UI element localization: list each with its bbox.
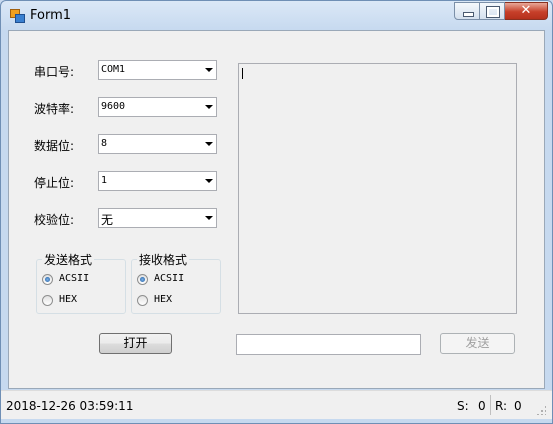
- parity-select[interactable]: 无: [98, 208, 217, 228]
- status-datetime: 2018-12-26 03:59:11: [6, 399, 134, 413]
- dropdown-arrow-icon[interactable]: [205, 68, 213, 72]
- send-format-group: 发送格式 ACSII HEX: [36, 251, 126, 314]
- databits-label: 数据位:: [34, 139, 75, 153]
- radio-selected-icon[interactable]: [42, 274, 53, 285]
- receive-ascii-label: ACSII: [154, 273, 185, 284]
- sent-count: 0: [478, 399, 486, 413]
- baud-select[interactable]: 9600: [98, 97, 217, 117]
- open-button[interactable]: 打开: [99, 333, 172, 354]
- port-value: COM1: [101, 64, 126, 75]
- app-icon[interactable]: [10, 9, 25, 23]
- caption-buttons: ✕: [454, 2, 548, 20]
- send-hex-label: HEX: [59, 294, 78, 305]
- maximize-button[interactable]: [480, 2, 505, 20]
- form-client-area: 串口号: COM1 波特率: 9600 数据位: 8 停止位: 1 校验位: 无…: [8, 30, 545, 389]
- resize-grip-icon[interactable]: [536, 405, 546, 415]
- dropdown-arrow-icon[interactable]: [205, 216, 213, 220]
- close-icon: ✕: [520, 3, 532, 18]
- main-window: Form1 ✕ 串口号: COM1 波特率: 9600 数据位: 8 停止位: …: [0, 0, 553, 424]
- receive-format-title: 接收格式: [137, 251, 190, 268]
- title-bar[interactable]: Form1 ✕: [1, 1, 553, 31]
- dropdown-arrow-icon[interactable]: [205, 179, 213, 183]
- port-select[interactable]: COM1: [98, 60, 217, 80]
- window-title: Form1: [30, 8, 72, 23]
- stopbits-label: 停止位:: [34, 176, 75, 190]
- baud-label: 波特率:: [34, 102, 75, 116]
- radio-selected-icon[interactable]: [137, 274, 148, 285]
- dropdown-arrow-icon[interactable]: [205, 105, 213, 109]
- minimize-button[interactable]: [454, 2, 480, 20]
- status-separator: [490, 395, 491, 415]
- port-label: 串口号:: [34, 65, 75, 79]
- send-button[interactable]: 发送: [440, 333, 515, 354]
- send-ascii-label: ACSII: [59, 273, 90, 284]
- send-input[interactable]: [236, 334, 421, 355]
- recv-count: 0: [514, 399, 522, 413]
- radio-unselected-icon[interactable]: [42, 295, 53, 306]
- baud-value: 9600: [101, 101, 126, 112]
- recv-count-label: R:: [495, 399, 508, 413]
- parity-label: 校验位:: [34, 213, 75, 227]
- receive-textarea[interactable]: [238, 63, 517, 314]
- text-caret: [242, 68, 243, 79]
- sent-count-label: S:: [457, 399, 469, 413]
- radio-unselected-icon[interactable]: [137, 295, 148, 306]
- dropdown-arrow-icon[interactable]: [205, 142, 213, 146]
- status-bar: 2018-12-26 03:59:11 S: 0 R: 0: [1, 390, 552, 419]
- parity-value: 无: [101, 213, 114, 227]
- databits-value: 8: [101, 138, 108, 149]
- close-button[interactable]: ✕: [505, 2, 548, 20]
- send-format-title: 发送格式: [42, 251, 95, 268]
- databits-select[interactable]: 8: [98, 134, 217, 154]
- receive-format-group: 接收格式 ACSII HEX: [131, 251, 221, 314]
- receive-hex-label: HEX: [154, 294, 173, 305]
- stopbits-value: 1: [101, 175, 108, 186]
- stopbits-select[interactable]: 1: [98, 171, 217, 191]
